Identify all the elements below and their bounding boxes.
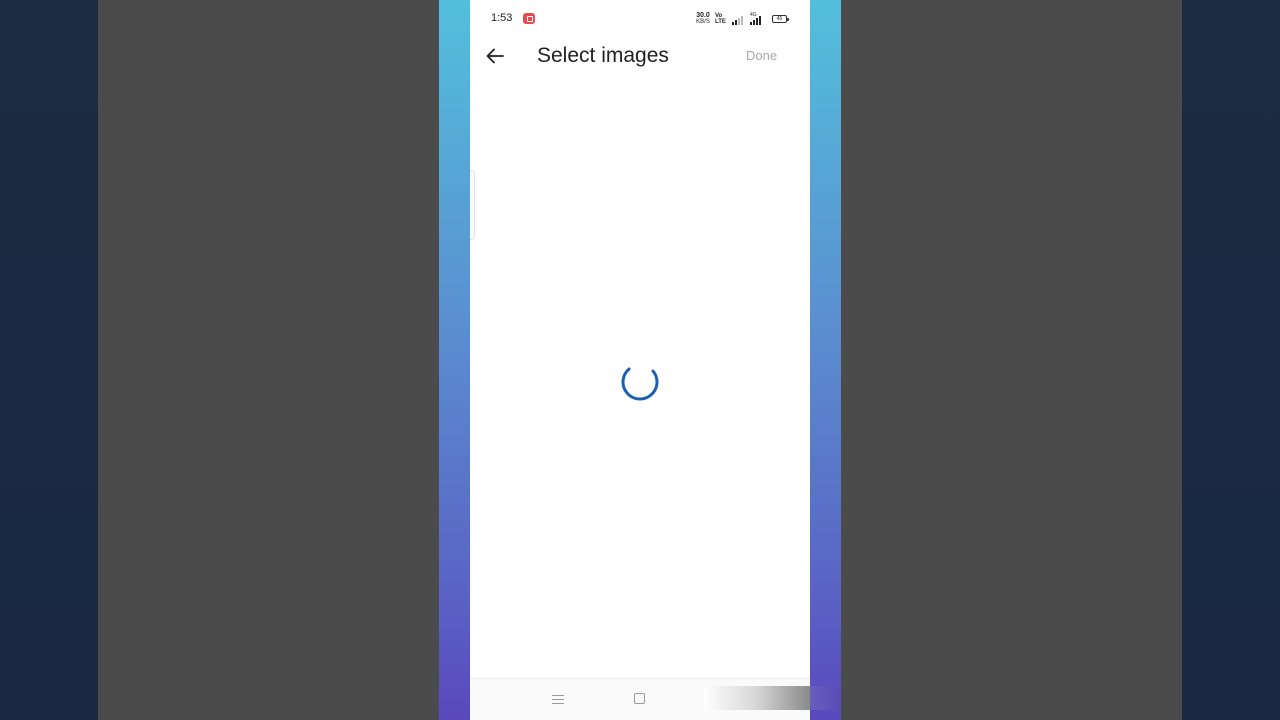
menu-icon[interactable]	[552, 693, 564, 705]
volte-bottom-label: LTE	[715, 19, 726, 25]
status-time: 1:53	[491, 12, 513, 24]
app-bar: Select images Done	[470, 38, 810, 74]
battery-level: 45	[776, 16, 783, 22]
gesture-overlay-edge	[810, 686, 841, 710]
network-speed: 30.0 KB/S	[694, 12, 712, 25]
network-speed-unit: KB/S	[696, 19, 710, 25]
navigation-bar	[470, 679, 810, 720]
volte-indicator: Vo LTE	[715, 13, 729, 25]
gesture-overlay	[704, 686, 810, 710]
background-left-edge	[0, 0, 98, 720]
page-title: Select images	[537, 44, 669, 67]
back-button[interactable]	[480, 42, 510, 70]
background-right-edge	[1182, 0, 1280, 720]
signal-icon-secondary	[750, 15, 762, 25]
phone-screen: 1:53 30.0 KB/S Vo LTE 4G 45 Select image…	[470, 0, 810, 720]
home-icon[interactable]	[634, 693, 645, 704]
done-button[interactable]: Done	[746, 48, 777, 63]
arrow-back-icon	[486, 48, 504, 64]
side-edge-handle[interactable]	[470, 170, 475, 240]
status-bar: 1:53 30.0 KB/S Vo LTE 4G 45	[470, 0, 810, 38]
battery-icon: 45	[772, 15, 789, 23]
signal-icon	[732, 15, 744, 25]
screen-record-icon	[523, 13, 535, 24]
spinner-icon	[621, 367, 659, 401]
